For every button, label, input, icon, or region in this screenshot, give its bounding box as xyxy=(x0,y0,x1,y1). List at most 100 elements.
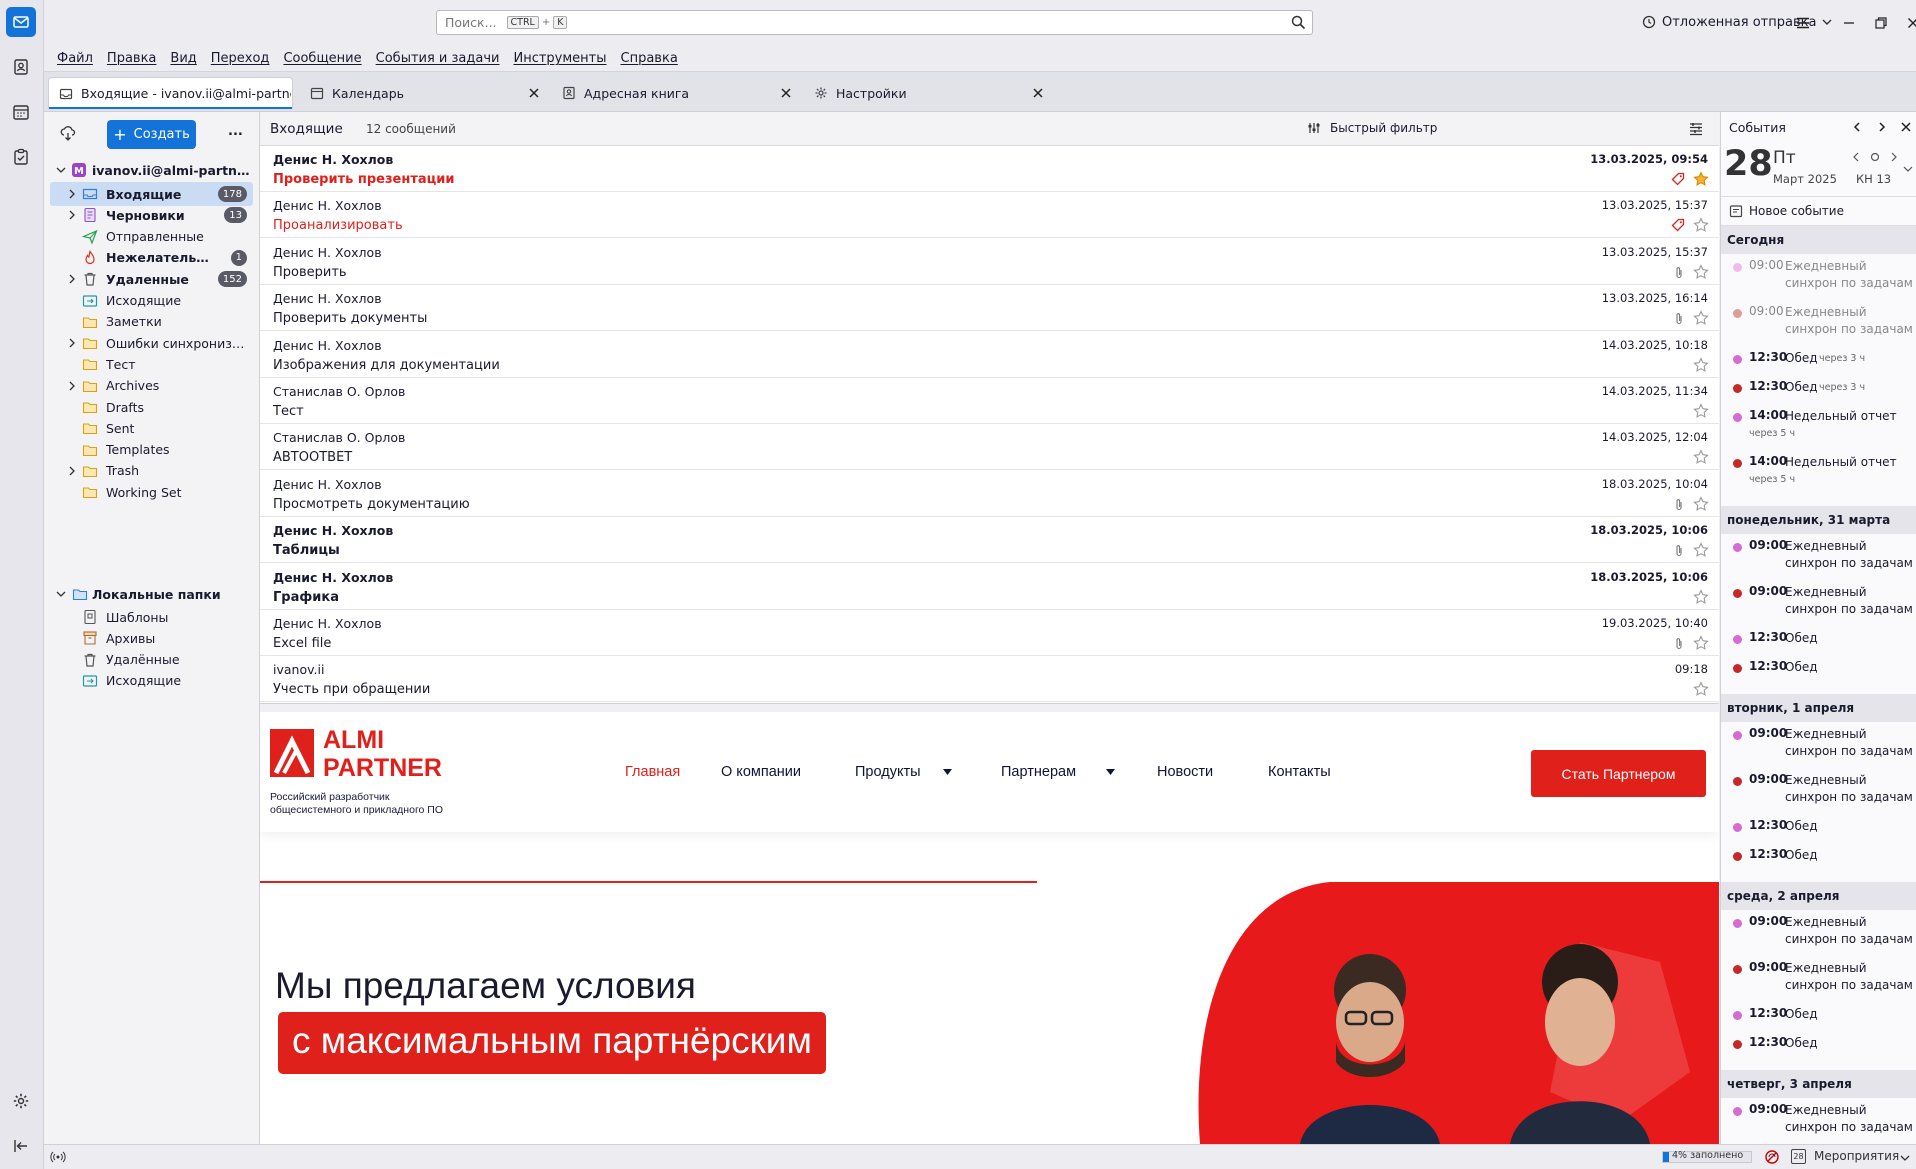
message-row[interactable]: Денис Н. Хохлов Графика 18.03.2025, 10:06 xyxy=(260,564,1719,610)
close-pane-icon[interactable] xyxy=(1900,121,1912,133)
folder-working-set[interactable]: Working Set xyxy=(50,480,253,504)
star-icon[interactable] xyxy=(1693,635,1709,651)
chevron-down-icon[interactable] xyxy=(1903,164,1913,174)
agenda-event[interactable]: 09:00 Ежедневный синхрон по задачам xyxy=(1721,960,1916,998)
message-row[interactable]: Денис Н. Хохлов Excel file 19.03.2025, 10:… xyxy=(260,610,1719,656)
calendar-day-icon[interactable]: 28 xyxy=(1791,1149,1806,1164)
site-logo-text[interactable]: ALMI PARTNER xyxy=(323,726,442,782)
menu-view[interactable]: Вид xyxy=(163,51,203,66)
star-icon[interactable] xyxy=(1693,542,1709,558)
chevron-right-icon[interactable] xyxy=(66,380,78,392)
agenda-event[interactable]: 12:30 Обед xyxy=(1721,1006,1916,1030)
display-options-icon[interactable] xyxy=(1689,122,1703,136)
folder-pane-more-menu[interactable]: ... xyxy=(228,124,243,139)
menu-file[interactable]: Файл xyxy=(50,51,100,66)
star-icon[interactable] xyxy=(1693,681,1709,697)
message-row[interactable]: Денис Н. Хохлов Проверить презентации 13.0… xyxy=(260,146,1719,192)
local-folder-outbox[interactable]: Исходящие xyxy=(50,669,253,693)
agenda-event[interactable]: 09:00 Ежедневный синхрон по задачам xyxy=(1721,726,1916,764)
star-icon[interactable] xyxy=(1693,403,1709,419)
chevron-down-icon[interactable] xyxy=(1900,1153,1910,1163)
collapse-toolbar-icon[interactable] xyxy=(6,1131,36,1161)
new-event-button[interactable]: Новое событие xyxy=(1721,196,1916,226)
agenda-event[interactable]: 09:00 Ежедневный синхрон по задачам xyxy=(1721,538,1916,576)
message-row[interactable]: Денис Н. Хохлов Просмотреть документацию 1… xyxy=(260,471,1719,517)
star-icon[interactable] xyxy=(1693,217,1709,233)
account-row[interactable]: M ivanov.ii@almi-partner.ru xyxy=(50,158,253,182)
address-book-space-icon[interactable] xyxy=(6,52,36,82)
agenda-event[interactable]: 12:30 Обед xyxy=(1721,818,1916,842)
today-circle-icon[interactable] xyxy=(1870,152,1880,162)
site-nav-contacts[interactable]: Контакты xyxy=(1268,764,1331,780)
tab-calendar[interactable]: Календарь xyxy=(300,77,545,109)
close-tab-icon[interactable] xyxy=(779,86,793,100)
star-icon[interactable] xyxy=(1693,356,1709,373)
message-row[interactable]: Денис Н. Хохлов Проверить документы 13.03.… xyxy=(260,285,1719,332)
menu-help[interactable]: Справка xyxy=(614,51,685,66)
app-menu-icon[interactable] xyxy=(1792,12,1814,34)
events-toggle-label[interactable]: Мероприятия xyxy=(1814,1149,1899,1163)
menu-go[interactable]: Переход xyxy=(204,51,277,66)
agenda-event[interactable]: 12:30 Обед xyxy=(1721,1035,1916,1059)
agenda-event[interactable]: 12:30 Обед xyxy=(1721,630,1916,654)
become-partner-button[interactable]: Стать Партнером xyxy=(1531,750,1706,797)
chevron-right-icon[interactable] xyxy=(66,273,78,285)
get-messages-icon[interactable] xyxy=(60,126,76,142)
site-nav-about[interactable]: О компании xyxy=(721,764,801,780)
message-row[interactable]: Денис Н. Хохлов Таблицы 18.03.2025, 10:06 xyxy=(260,517,1719,564)
search-icon[interactable] xyxy=(1291,15,1306,30)
agenda-event[interactable]: 09:00 Ежедневный синхрон по задачам xyxy=(1721,1102,1916,1140)
agenda-event[interactable]: 09:00 Ежедневный синхрон по задачам xyxy=(1721,914,1916,952)
tab-inbox[interactable]: Входящие - ivanov.ii@almi-partner.ru xyxy=(48,77,293,109)
star-icon[interactable] xyxy=(1693,171,1709,187)
settings-gear-icon[interactable] xyxy=(6,1086,36,1116)
agenda-event[interactable]: 12:30 Обед через 3 ч xyxy=(1721,379,1916,403)
search-input[interactable]: Поиск... CTRL + K xyxy=(436,10,1313,35)
minimize-window-icon[interactable] xyxy=(1838,12,1860,34)
create-message-button[interactable]: + Создать xyxy=(107,120,196,149)
mini-next-icon[interactable] xyxy=(1889,152,1899,162)
agenda-event[interactable]: 09:00 Ежедневный синхрон по задачам xyxy=(1721,584,1916,622)
tab-settings[interactable]: Настройки xyxy=(804,77,1049,109)
star-icon[interactable] xyxy=(1693,588,1709,605)
message-row[interactable]: Денис Н. Хохлов Проанализировать 13.03.202… xyxy=(260,192,1719,239)
message-row[interactable]: Станислав О. Орлов АВТООТВЕТ 14.03.2025, 1… xyxy=(260,424,1719,471)
close-tab-icon[interactable] xyxy=(1031,86,1045,100)
site-nav-news[interactable]: Новости xyxy=(1157,764,1213,780)
chevron-right-icon[interactable] xyxy=(66,209,78,221)
agenda-event[interactable]: 12:30 Обед xyxy=(1721,659,1916,683)
star-icon[interactable] xyxy=(1693,449,1709,465)
message-row[interactable]: Денис Н. Хохлов Изображения для документа… xyxy=(260,332,1719,378)
next-day-icon[interactable] xyxy=(1876,121,1888,133)
close-tab-icon[interactable] xyxy=(527,86,541,100)
calendar-space-icon[interactable] xyxy=(6,97,36,127)
menu-events-tasks[interactable]: События и задачи xyxy=(369,51,507,66)
agenda-event[interactable]: 09:00 Ежедневный синхрон по задачам xyxy=(1721,304,1916,342)
agenda-event[interactable]: 12:30 Обед через 3 ч xyxy=(1721,350,1916,374)
agenda-event[interactable]: 14:00 Недельный отчет через 5 ч xyxy=(1721,454,1916,492)
agenda-event[interactable]: 09:00 Ежедневный синхрон по задачам xyxy=(1721,258,1916,296)
site-nav-products[interactable]: Продукты xyxy=(855,764,921,780)
star-icon[interactable] xyxy=(1693,496,1709,512)
tab-address-book[interactable]: Адресная книга xyxy=(552,77,797,109)
star-icon[interactable] xyxy=(1693,310,1709,326)
message-row[interactable]: Денис Н. Хохлов Проверить 13.03.2025, 15:3… xyxy=(260,239,1719,285)
message-row[interactable]: ivanov.ii Учесть при обращении 09:18 xyxy=(260,656,1719,703)
agenda-event[interactable]: 12:30 Обед xyxy=(1721,847,1916,871)
quick-filter-button[interactable]: Быстрый фильтр xyxy=(1308,121,1437,135)
previous-day-icon[interactable] xyxy=(1851,121,1863,133)
online-status-icon[interactable] xyxy=(50,1150,66,1164)
chevron-right-icon[interactable] xyxy=(66,337,78,349)
menu-tools[interactable]: Инструменты xyxy=(506,51,613,66)
restore-window-icon[interactable] xyxy=(1870,12,1892,34)
agenda-event[interactable]: 14:00 Недельный отчет через 5 ч xyxy=(1721,408,1916,446)
chevron-right-icon[interactable] xyxy=(66,465,78,477)
no-junk-icon[interactable] xyxy=(1764,1149,1780,1165)
star-icon[interactable] xyxy=(1693,264,1709,280)
agenda-event[interactable]: 09:00 Ежедневный синхрон по задачам xyxy=(1721,772,1916,810)
menu-edit[interactable]: Правка xyxy=(100,51,163,66)
menu-message[interactable]: Сообщение xyxy=(276,51,368,66)
chevron-right-icon[interactable] xyxy=(66,188,78,200)
mail-space-icon[interactable] xyxy=(6,7,36,37)
close-window-icon[interactable] xyxy=(1902,12,1916,34)
